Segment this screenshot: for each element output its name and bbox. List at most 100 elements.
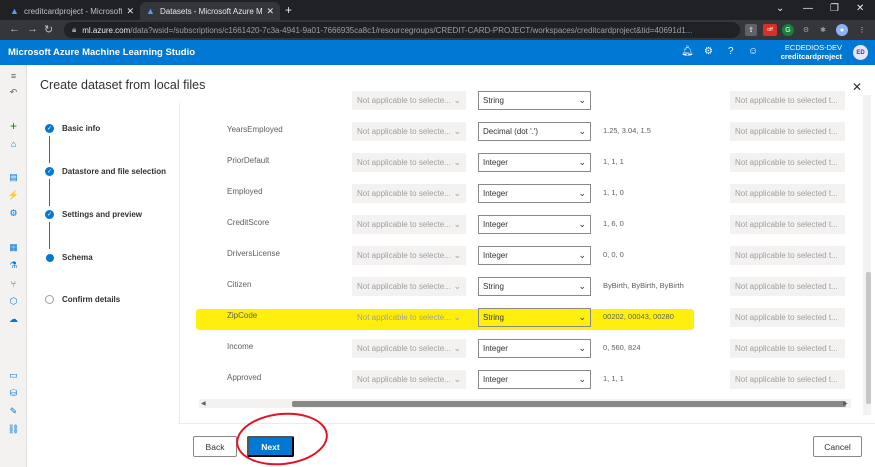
properties-field[interactable]: Not applicable to selected t...: [730, 153, 845, 172]
create-new-icon[interactable]: +: [8, 119, 19, 133]
type-dropdown[interactable]: String ⌄: [478, 91, 591, 110]
scroll-left-arrow-icon[interactable]: ◀: [201, 400, 206, 407]
step-complete-check-icon: ✓: [45, 167, 54, 176]
scroll-right-arrow-icon[interactable]: ▶: [843, 400, 848, 407]
settings-gear-icon[interactable]: ⚙: [704, 46, 713, 57]
type-dropdown[interactable]: Integer ⌄: [478, 370, 591, 389]
properties-value: Not applicable to selected t...: [735, 375, 838, 384]
format-dropdown[interactable]: Not applicable to selecte... ⌄: [352, 153, 466, 172]
browser-menu-icon[interactable]: ⋮: [856, 24, 868, 36]
new-tab-icon[interactable]: +: [285, 3, 292, 17]
close-window-icon[interactable]: ✕: [856, 3, 864, 14]
table-row: YearsEmployed Not applicable to selecte.…: [180, 117, 850, 148]
properties-field[interactable]: Not applicable to selected t...: [730, 91, 845, 110]
app-title[interactable]: Microsoft Azure Machine Learning Studio: [8, 47, 195, 58]
datastores-icon[interactable]: ⛁: [8, 388, 19, 399]
type-dropdown[interactable]: Decimal (dot '.') ⌄: [478, 122, 591, 141]
address-bar[interactable]: 🔒︎ ml.azure.com/data?wsid=/subscriptions…: [64, 22, 740, 38]
account-name: ECDEDIOS-DEV: [784, 43, 842, 52]
back-button[interactable]: Back: [193, 436, 237, 457]
column-name: Income: [227, 342, 254, 351]
vertical-scrollbar-thumb[interactable]: [866, 272, 871, 404]
avatar[interactable]: ED: [853, 45, 868, 60]
properties-field[interactable]: Not applicable to selected t...: [730, 246, 845, 265]
chevron-down-icon: ⌄: [453, 250, 461, 260]
format-dropdown[interactable]: Not applicable to selecte... ⌄: [352, 246, 466, 265]
schema-table: Not applicable to selecte... ⌄ String ⌄ No…: [180, 86, 850, 396]
restore-icon[interactable]: ❐: [830, 3, 839, 14]
format-dropdown[interactable]: Not applicable to selecte... ⌄: [352, 370, 466, 389]
pipelines-icon[interactable]: ⑂: [8, 278, 19, 289]
format-dropdown[interactable]: Not applicable to selecte... ⌄: [352, 122, 466, 141]
properties-field[interactable]: Not applicable to selected t...: [730, 370, 845, 389]
azure-ml-favicon-icon: ▲: [10, 6, 19, 16]
browser-tab-datasets[interactable]: ▲ Datasets - Microsoft Azure Machi ✕: [140, 2, 280, 20]
type-dropdown[interactable]: Integer ⌄: [478, 339, 591, 358]
step-datastore-file-selection[interactable]: ✓ Datastore and file selection: [45, 167, 166, 176]
extensions-puzzle-icon[interactable]: ✱: [817, 24, 829, 36]
type-dropdown[interactable]: Integer ⌄: [478, 246, 591, 265]
properties-field[interactable]: Not applicable to selected t...: [730, 215, 845, 234]
feedback-smiley-icon[interactable]: ☺: [748, 46, 758, 57]
designer-icon[interactable]: ⚙: [8, 208, 19, 219]
properties-field[interactable]: Not applicable to selected t...: [730, 122, 845, 141]
left-nav-rail: ≡ ↶ + ⌂ ▤ ⚡ ⚙ ▦ ⚗ ⑂ ⬡ ☁ ▭ ⛁ ✎ ⛓: [0, 65, 27, 467]
step-schema[interactable]: Schema: [45, 253, 93, 262]
reload-icon[interactable]: ↻: [44, 23, 53, 36]
settings-extension-icon[interactable]: ⚙: [800, 24, 812, 36]
data-labeling-icon[interactable]: ✎: [8, 406, 19, 417]
properties-field[interactable]: Not applicable to selected t...: [730, 308, 845, 327]
linked-services-icon[interactable]: ⛓: [8, 424, 19, 435]
profile-avatar-icon[interactable]: ●: [836, 24, 848, 36]
close-tab-icon[interactable]: ✕: [126, 6, 134, 17]
step-settings-preview[interactable]: ✓ Settings and preview: [45, 210, 142, 219]
type-dropdown[interactable]: String ⌄: [478, 308, 591, 327]
browser-tab-creditcardproject[interactable]: ▲ creditcardproject - Microsoft Azu ✕: [4, 2, 140, 20]
tab-search-icon[interactable]: ⌄: [776, 3, 784, 14]
format-dropdown[interactable]: Not applicable to selecte... ⌄: [352, 91, 466, 110]
undo-icon[interactable]: ↶: [8, 87, 19, 98]
properties-value: Not applicable to selected t...: [735, 313, 838, 322]
properties-field[interactable]: Not applicable to selected t...: [730, 184, 845, 203]
close-tab-icon[interactable]: ✕: [266, 6, 274, 17]
experiments-icon[interactable]: ⚗: [8, 260, 19, 271]
format-dropdown[interactable]: Not applicable to selecte... ⌄: [352, 215, 466, 234]
type-dropdown[interactable]: Integer ⌄: [478, 215, 591, 234]
compute-icon[interactable]: ▭: [8, 370, 19, 381]
notifications-bell-icon[interactable]: 🔔︎: [681, 46, 694, 57]
step-label: Confirm details: [62, 295, 121, 304]
tab-title: creditcardproject - Microsoft Azu: [24, 6, 123, 16]
account-info[interactable]: ECDEDIOS-DEV creditcardproject: [762, 43, 842, 61]
format-dropdown[interactable]: Not applicable to selecte... ⌄: [352, 277, 466, 296]
share-icon[interactable]: ⇪: [745, 24, 757, 36]
home-icon[interactable]: ⌂: [8, 138, 19, 149]
minimize-icon[interactable]: —: [803, 3, 813, 14]
notebooks-icon[interactable]: ▤: [8, 172, 19, 183]
endpoints-icon[interactable]: ☁: [8, 314, 19, 325]
step-label: Basic info: [62, 124, 101, 133]
extension-badge[interactable]: off: [763, 24, 777, 36]
hamburger-menu-icon[interactable]: ≡: [8, 70, 19, 81]
format-dropdown[interactable]: Not applicable to selecte... ⌄: [352, 339, 466, 358]
close-dialog-icon[interactable]: ✕: [852, 80, 862, 94]
format-dropdown[interactable]: Not applicable to selecte... ⌄: [352, 308, 466, 327]
grammarly-icon[interactable]: G: [782, 24, 794, 36]
properties-field[interactable]: Not applicable to selected t...: [730, 277, 845, 296]
forward-arrow-icon[interactable]: →: [27, 23, 38, 35]
step-basic-info[interactable]: ✓ Basic info: [45, 124, 100, 133]
automl-icon[interactable]: ⚡: [8, 190, 19, 201]
datasets-icon[interactable]: ▦: [8, 242, 19, 253]
step-confirm-details[interactable]: Confirm details: [45, 295, 120, 304]
models-icon[interactable]: ⬡: [8, 296, 19, 307]
format-dropdown[interactable]: Not applicable to selecte... ⌄: [352, 184, 466, 203]
type-dropdown[interactable]: Integer ⌄: [478, 153, 591, 172]
type-dropdown[interactable]: String ⌄: [478, 277, 591, 296]
sample-values: 1, 6, 0: [603, 219, 624, 228]
cancel-button[interactable]: Cancel: [813, 436, 862, 457]
help-icon[interactable]: ?: [728, 46, 734, 57]
type-dropdown[interactable]: Integer ⌄: [478, 184, 591, 203]
chevron-down-icon: ⌄: [578, 343, 586, 353]
horizontal-scrollbar-thumb[interactable]: [292, 401, 846, 407]
back-arrow-icon[interactable]: ←: [9, 23, 20, 35]
properties-field[interactable]: Not applicable to selected t...: [730, 339, 845, 358]
